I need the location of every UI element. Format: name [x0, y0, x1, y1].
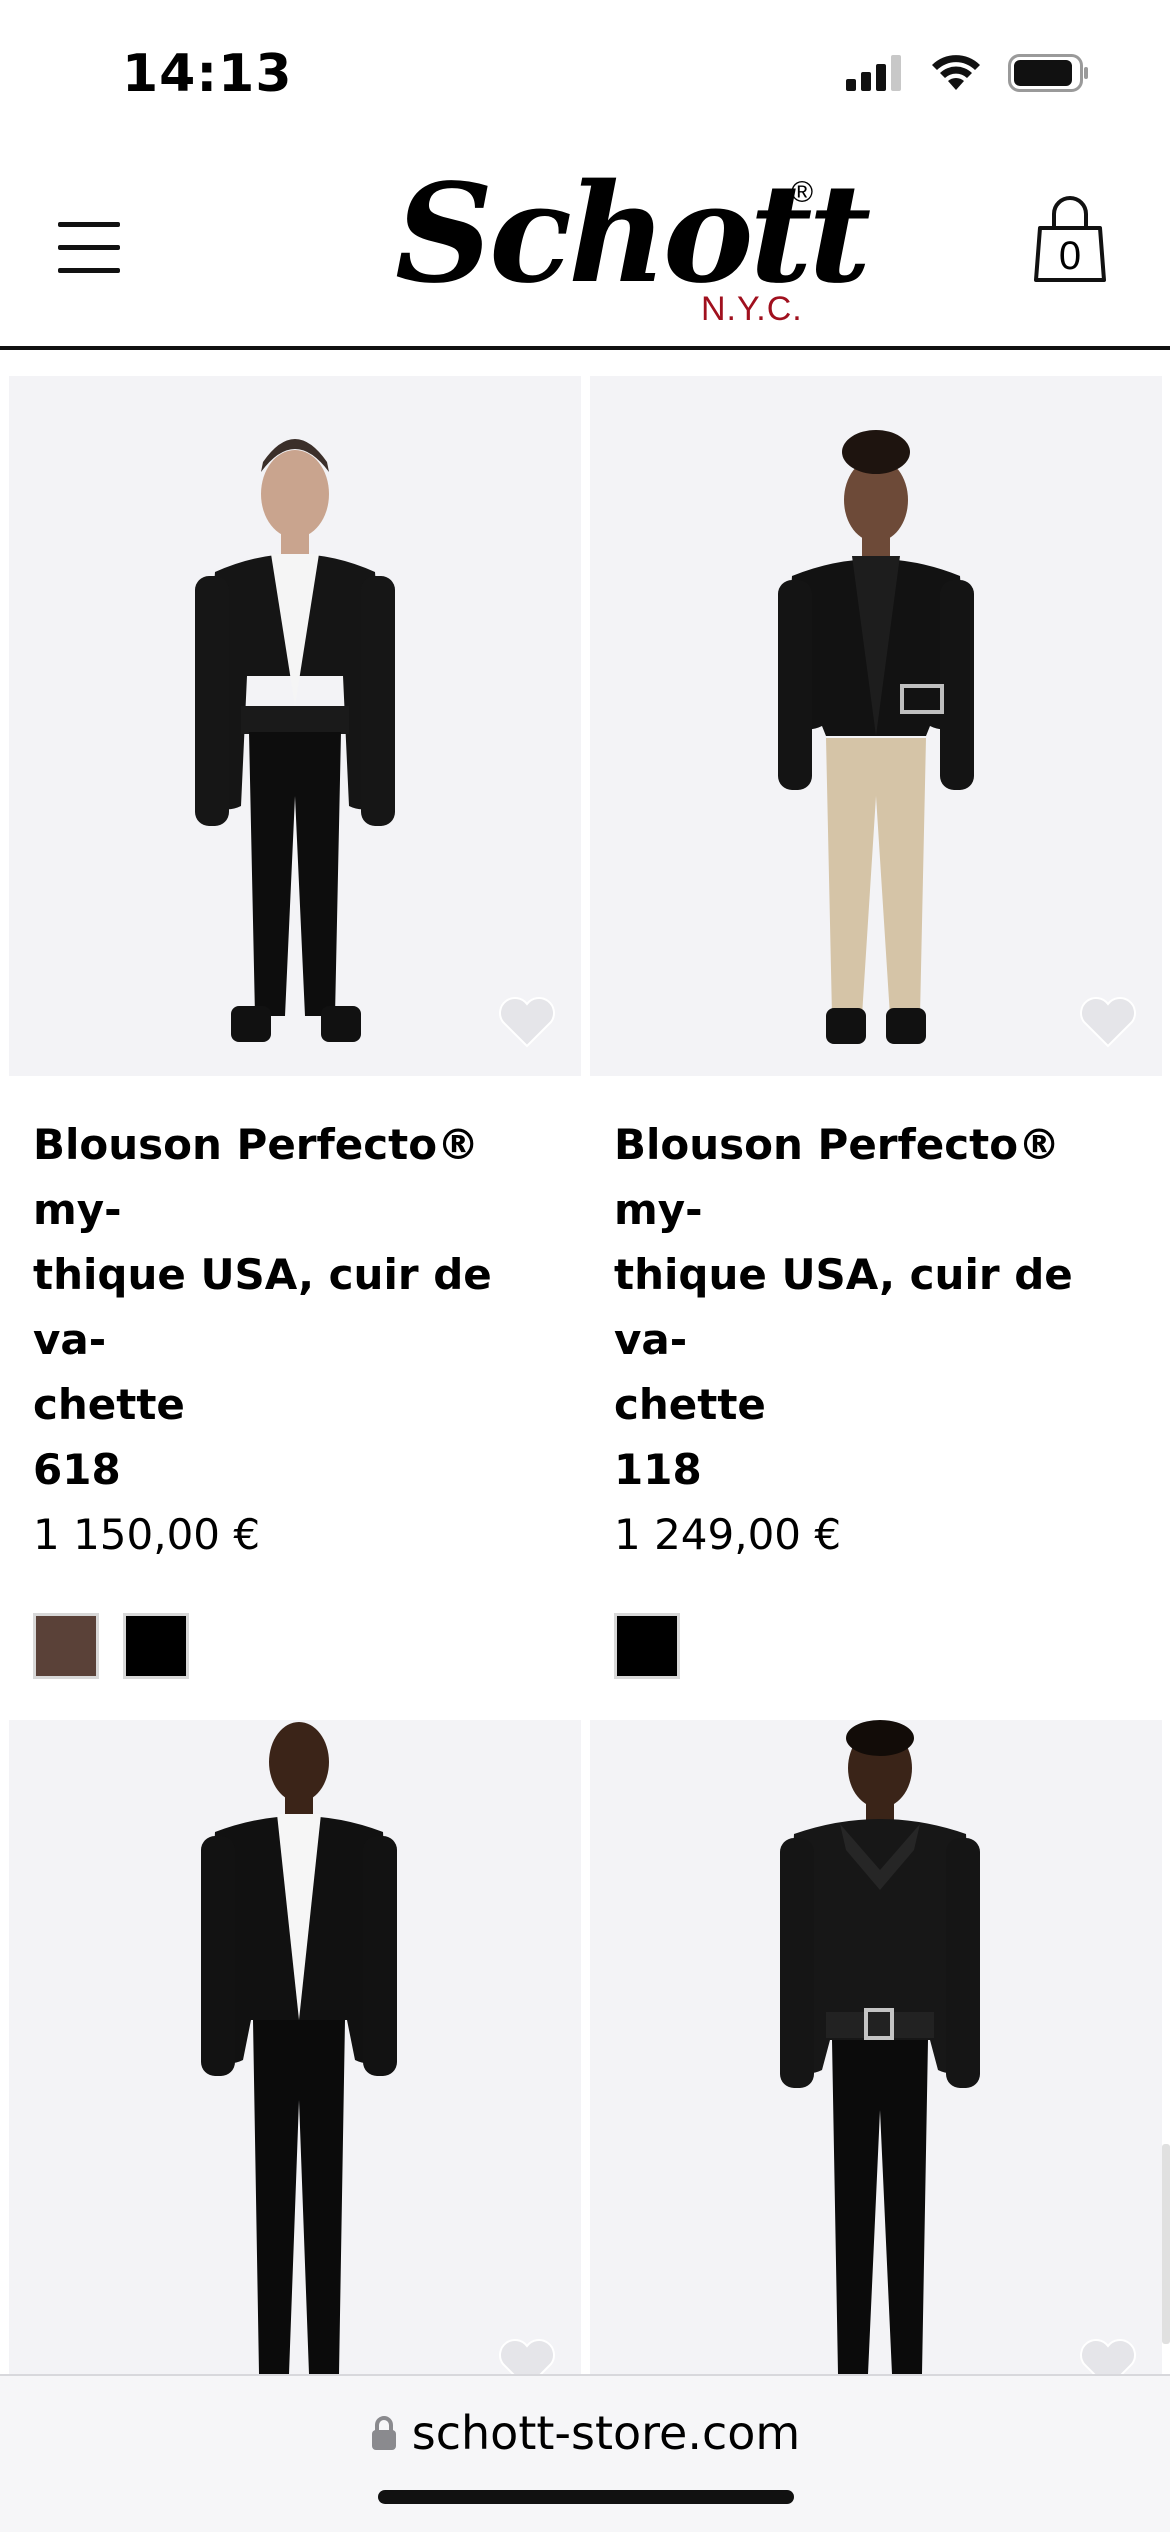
- product-title-line: Blouson Perfecto® my-: [33, 1120, 480, 1234]
- url-text: schott-store.com: [411, 2406, 801, 2460]
- cellular-signal-icon: [846, 55, 901, 91]
- brand-logo[interactable]: Schott ® N.Y.C.: [395, 166, 871, 332]
- menu-button[interactable]: [58, 220, 122, 276]
- battery-icon: [1008, 54, 1088, 92]
- brand-subtitle: N.Y.C.: [701, 290, 803, 328]
- product-model: 118: [614, 1445, 702, 1494]
- hamburger-icon-bar: [58, 268, 120, 273]
- product-title-line: thique USA, cuir de va-: [614, 1250, 1073, 1364]
- color-swatch-brown[interactable]: [33, 1613, 99, 1679]
- product-info: Blouson Perfecto® my- thique USA, cuir d…: [614, 1112, 1134, 1679]
- product-image[interactable]: [590, 1720, 1162, 2374]
- cart-button[interactable]: 0: [1030, 192, 1110, 288]
- home-indicator[interactable]: [378, 2490, 794, 2504]
- product-image[interactable]: [590, 376, 1162, 1076]
- product-price: 1 249,00 €: [614, 1510, 842, 1559]
- product-title-line: Blouson Perfecto® my-: [614, 1120, 1061, 1234]
- model-figure: [201, 1722, 397, 2374]
- product-price: 1 150,00 €: [33, 1510, 261, 1559]
- model-figure: [778, 430, 974, 1044]
- url-display[interactable]: schott-store.com: [0, 2406, 1170, 2460]
- product-title-line: thique USA, cuir de va-: [33, 1250, 492, 1364]
- status-time: 14:13: [122, 44, 293, 104]
- product-model: 618: [33, 1445, 121, 1494]
- status-bar: 14:13: [0, 0, 1170, 150]
- product-title-line: chette: [614, 1380, 766, 1429]
- site-header: Schott ® N.Y.C. 0: [0, 150, 1170, 350]
- product-title-line: chette: [33, 1380, 185, 1429]
- color-swatches: [33, 1613, 553, 1679]
- product-image[interactable]: [9, 376, 581, 1076]
- scrollbar[interactable]: [1162, 2144, 1170, 2344]
- product-image[interactable]: [9, 1720, 581, 2374]
- hamburger-icon-bar: [58, 245, 120, 250]
- heart-icon[interactable]: [497, 996, 557, 1048]
- color-swatches: [614, 1613, 1134, 1679]
- product-title[interactable]: Blouson Perfecto® my- thique USA, cuir d…: [614, 1112, 1134, 1502]
- status-icons: [846, 54, 1090, 92]
- brand-registered-mark: ®: [791, 176, 814, 209]
- lock-icon: [371, 2416, 396, 2450]
- model-figure: [780, 1720, 980, 2374]
- product-title[interactable]: Blouson Perfecto® my- thique USA, cuir d…: [33, 1112, 553, 1502]
- color-swatch-black[interactable]: [614, 1613, 680, 1679]
- heart-icon[interactable]: [1078, 2338, 1138, 2374]
- cart-count: 0: [1058, 234, 1082, 278]
- heart-icon[interactable]: [1078, 996, 1138, 1048]
- wifi-icon: [932, 55, 980, 90]
- hamburger-icon: [58, 222, 120, 227]
- color-swatch-black[interactable]: [123, 1613, 189, 1679]
- product-info: Blouson Perfecto® my- thique USA, cuir d…: [33, 1112, 553, 1679]
- model-figure: [195, 439, 395, 1042]
- heart-icon[interactable]: [497, 2338, 557, 2374]
- browser-address-bar[interactable]: schott-store.com: [0, 2374, 1170, 2532]
